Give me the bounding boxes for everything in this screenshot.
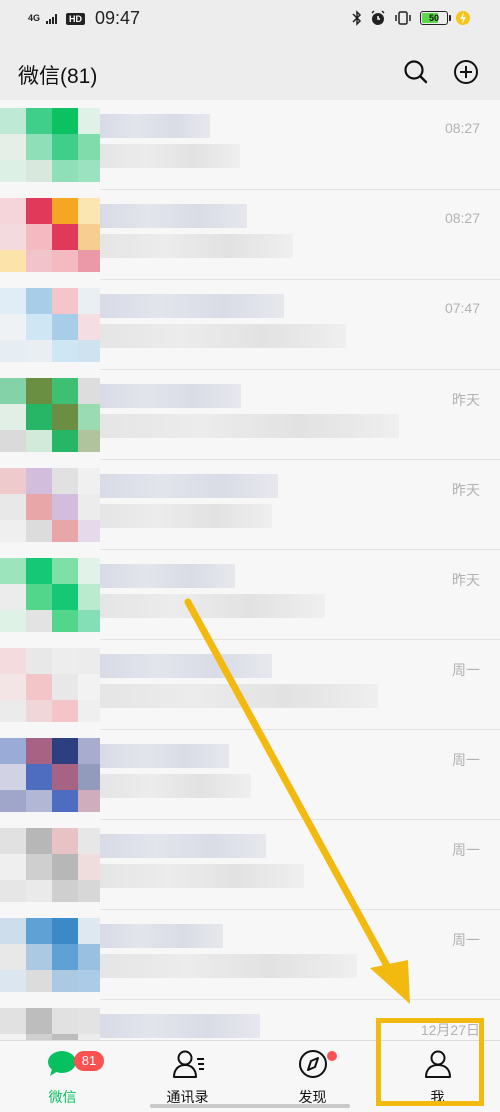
network-indicator: 4G	[28, 13, 41, 23]
add-button[interactable]	[452, 58, 480, 91]
chat-time: 昨天	[452, 392, 480, 408]
chat-time: 08:27	[444, 120, 480, 136]
add-icon	[454, 60, 478, 84]
home-indicator	[150, 1104, 350, 1108]
status-time: 09:47	[95, 8, 141, 28]
chat-name-redacted	[100, 294, 284, 318]
unread-badge: 81	[74, 1051, 104, 1071]
signal-icon	[46, 13, 58, 24]
chat-time: 周一	[452, 662, 480, 678]
chat-time: 12月27日	[420, 1022, 480, 1038]
battery-icon: 50	[420, 11, 451, 25]
chat-name-redacted	[100, 654, 272, 678]
bluetooth-icon	[352, 10, 362, 26]
chat-row[interactable]: 07:47	[0, 280, 500, 370]
avatar	[0, 288, 100, 362]
hd-badge: HD	[66, 12, 86, 25]
tab-label-me: 我	[430, 1089, 445, 1105]
chat-row[interactable]: 12月27日	[0, 1000, 500, 1040]
charging-icon	[456, 11, 470, 25]
tab-bar: 81 微信 通讯录 发现 我	[0, 1040, 500, 1112]
avatar	[0, 648, 100, 722]
chat-name-redacted	[100, 474, 278, 498]
chat-preview-redacted	[100, 684, 378, 708]
search-button[interactable]	[402, 58, 430, 91]
chat-preview-redacted	[100, 774, 251, 798]
status-right: 50	[352, 10, 470, 26]
chat-name-redacted	[100, 204, 247, 228]
chat-time: 周一	[452, 752, 480, 768]
chat-time: 昨天	[452, 482, 480, 498]
alarm-icon	[371, 10, 385, 25]
chat-time: 08:27	[444, 210, 480, 226]
compass-icon	[298, 1050, 327, 1078]
status-bar: 4G HD 09:47 50	[0, 0, 500, 40]
avatar	[0, 558, 100, 632]
battery-level: 50	[428, 13, 439, 23]
avatar	[0, 378, 100, 452]
chat-time: 昨天	[452, 572, 480, 588]
chat-name-redacted	[100, 1014, 260, 1038]
avatar	[0, 1008, 100, 1040]
chat-row[interactable]: 08:27	[0, 190, 500, 280]
chat-row[interactable]: 08:27	[0, 100, 500, 190]
page-title: 微信(81)	[18, 65, 98, 88]
chat-preview-redacted	[100, 864, 304, 888]
chat-name-redacted	[100, 924, 223, 948]
chat-name-redacted	[100, 744, 229, 768]
chat-preview-redacted	[100, 324, 346, 348]
vibrate-icon	[395, 11, 411, 25]
chat-preview-redacted	[100, 954, 357, 978]
tab-chats[interactable]: 81 微信	[0, 1041, 125, 1111]
chat-row[interactable]: 昨天	[0, 550, 500, 640]
notification-dot	[327, 1051, 337, 1061]
avatar	[0, 198, 100, 272]
tab-me[interactable]: 我	[375, 1041, 500, 1111]
profile-icon	[424, 1050, 451, 1078]
chat-list: 08:27 08:27 07:47 昨天 昨天 昨天 周一 周一 周一 周一 12月27日	[0, 100, 500, 1040]
chat-name-redacted	[100, 114, 210, 138]
chat-time: 周一	[452, 842, 480, 858]
avatar	[0, 918, 100, 992]
avatar	[0, 828, 100, 902]
contacts-icon	[172, 1050, 204, 1078]
chat-preview-redacted	[100, 234, 293, 258]
avatar	[0, 468, 100, 542]
tab-label-chats: 微信	[48, 1089, 77, 1105]
chat-name-redacted	[100, 564, 235, 588]
chat-row[interactable]: 周一	[0, 910, 500, 1000]
chat-name-redacted	[100, 834, 266, 858]
chat-preview-redacted	[100, 414, 399, 438]
chat-preview-redacted	[100, 144, 240, 168]
chat-name-redacted	[100, 384, 241, 408]
chat-time: 07:47	[444, 300, 480, 316]
chat-preview-redacted	[100, 594, 325, 618]
tab-contacts[interactable]: 通讯录	[125, 1041, 250, 1111]
chat-preview-redacted	[100, 504, 272, 528]
status-left: 4G HD 09:47	[28, 8, 140, 29]
chat-row[interactable]: 周一	[0, 730, 500, 820]
chat-row[interactable]: 周一	[0, 640, 500, 730]
avatar	[0, 738, 100, 812]
tab-discover[interactable]: 发现	[250, 1041, 375, 1111]
chat-row[interactable]: 昨天	[0, 370, 500, 460]
chat-row[interactable]: 昨天	[0, 460, 500, 550]
chat-time: 周一	[452, 932, 480, 948]
avatar	[0, 108, 100, 182]
chat-row[interactable]: 周一	[0, 820, 500, 910]
search-icon	[404, 60, 428, 84]
